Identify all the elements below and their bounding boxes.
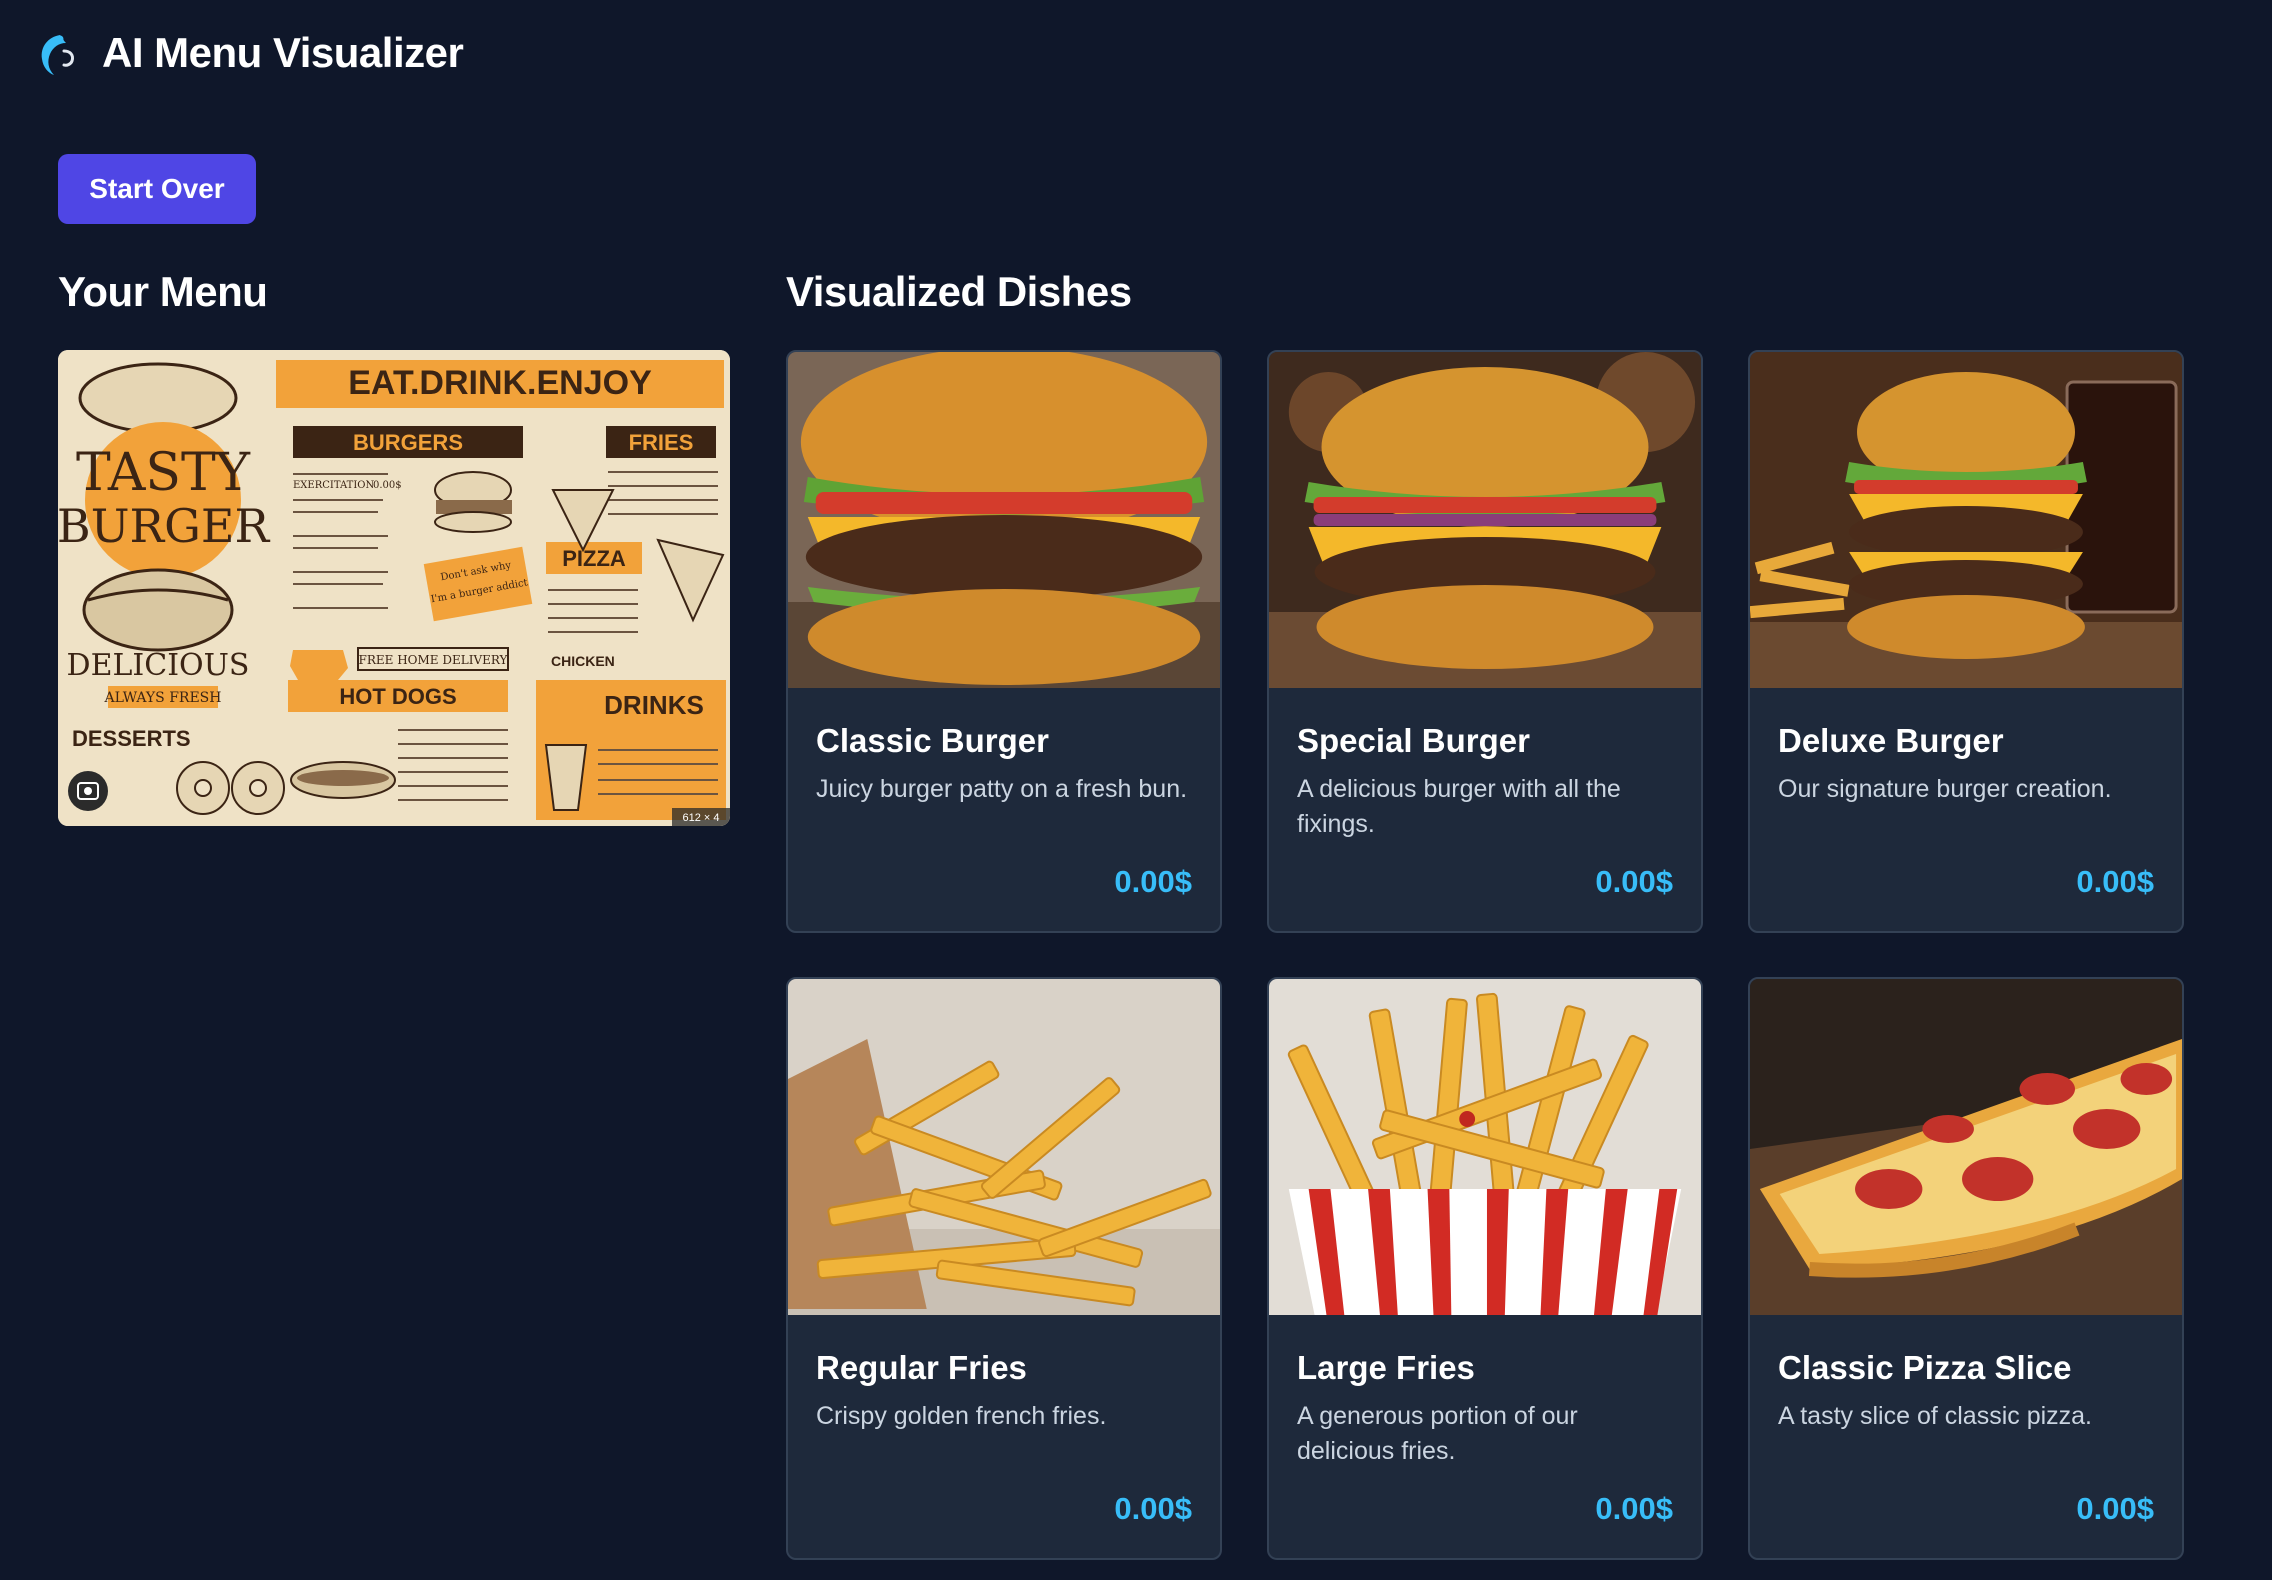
app-header: AI Menu Visualizer (30, 18, 464, 88)
dish-description: A generous portion of our delicious frie… (1297, 1402, 1578, 1465)
classic-burger-image (788, 352, 1220, 688)
dish-description: Our signature burger creation. (1778, 775, 2112, 803)
menu-item-price: 0.00$ (373, 480, 402, 491)
lens-icon[interactable] (68, 771, 108, 811)
start-over-button[interactable]: Start Over (58, 154, 256, 224)
dish-description: A tasty slice of classic pizza. (1778, 1402, 2093, 1430)
menu-category-drinks: DRINKS (604, 690, 704, 720)
dish-description: A delicious burger with all the fixings. (1297, 775, 1621, 838)
menu-size-badge: 612 × 4 (682, 812, 719, 824)
dish-name: Special Burger (1297, 722, 1530, 759)
uploaded-menu-image[interactable]: EAT.DRINK.ENJOY TASTY BURGER DELICIOUS A… (58, 350, 730, 826)
menu-category-burgers: BURGERS (353, 430, 463, 455)
menu-category-pizza: PIZZA (562, 546, 626, 571)
dish-name: Classic Pizza Slice (1778, 1349, 2072, 1386)
menu-category-chicken: CHICKEN (551, 653, 615, 669)
special-burger-image (1269, 352, 1701, 688)
dish-price: 0.00$ (1595, 864, 1673, 899)
deluxe-burger-image (1750, 352, 2182, 688)
menu-illustration: EAT.DRINK.ENJOY TASTY BURGER DELICIOUS A… (58, 350, 730, 826)
dish-price: 0.00$ (1595, 1491, 1673, 1526)
dish-price: 0.00$ (1114, 864, 1192, 899)
menu-brand-line2: BURGER (58, 499, 270, 553)
menu-tagline1: DELICIOUS (67, 648, 250, 683)
dish-description: Crispy golden french fries. (816, 1402, 1107, 1430)
menu-header-text: EAT.DRINK.ENJOY (348, 364, 652, 402)
dish-card[interactable]: Regular Fries Crispy golden french fries… (786, 977, 1222, 1560)
dish-name: Deluxe Burger (1778, 722, 2004, 759)
dish-name: Regular Fries (816, 1349, 1027, 1386)
menu-item-label: EXERCITATION (293, 480, 374, 491)
dish-price: 0.00$ (2076, 864, 2154, 899)
menu-category-desserts: DESSERTS (72, 726, 191, 751)
dish-price: 0.00$ (1114, 1491, 1192, 1526)
visualized-dishes-heading: Visualized Dishes (786, 268, 1132, 315)
dish-name: Classic Burger (816, 722, 1049, 759)
regular-fries-image (788, 979, 1220, 1315)
menu-category-fries: FRIES (629, 430, 694, 455)
dish-card[interactable]: Classic Burger Juicy burger patty on a f… (786, 350, 1222, 933)
menu-brand-line1: TASTY (76, 443, 251, 503)
app-title: AI Menu Visualizer (102, 29, 464, 76)
ai-logo-icon (41, 35, 74, 75)
dish-card[interactable]: Special Burger A delicious burger with a… (1267, 350, 1703, 933)
dish-card[interactable]: Deluxe Burger Our signature burger creat… (1748, 350, 2184, 933)
your-menu-heading: Your Menu (58, 268, 268, 315)
dish-name: Large Fries (1297, 1349, 1475, 1386)
pizza-slice-image (1750, 979, 2182, 1315)
dish-card[interactable]: Large Fries A generous portion of our de… (1267, 977, 1703, 1560)
dish-description: Juicy burger patty on a fresh bun. (816, 775, 1188, 803)
large-fries-image (1269, 979, 1701, 1315)
dish-price: 0.00$ (2076, 1491, 2154, 1526)
menu-delivery-text: FREE HOME DELIVERY (359, 653, 509, 667)
menu-category-hotdogs: HOT DOGS (339, 684, 456, 709)
menu-tagline2: ALWAYS FRESH (104, 690, 222, 706)
dish-card[interactable]: Classic Pizza Slice A tasty slice of cla… (1748, 977, 2184, 1560)
